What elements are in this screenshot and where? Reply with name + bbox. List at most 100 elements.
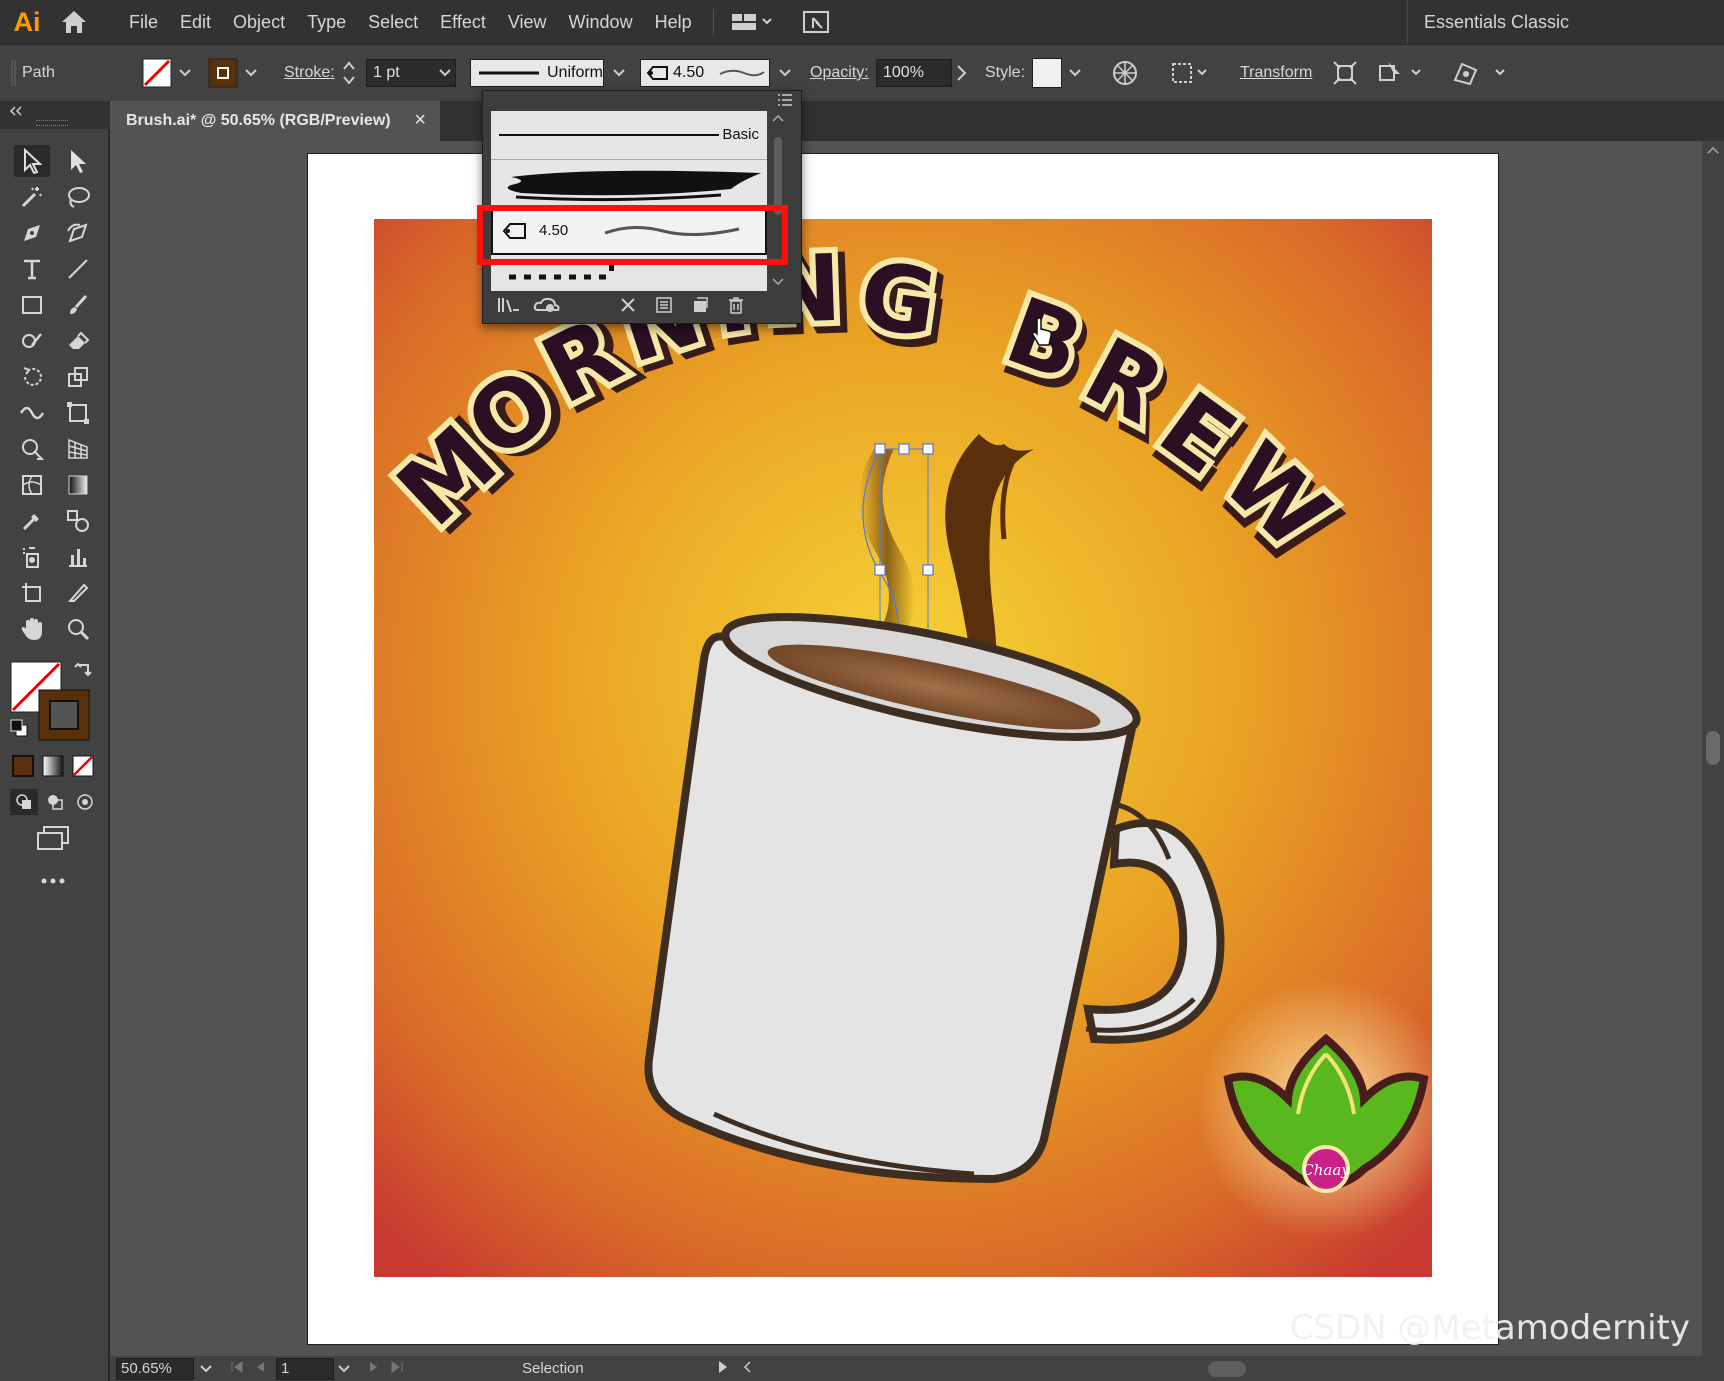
align-options-button[interactable] (1170, 45, 1210, 101)
remove-brush-stroke-button[interactable] (619, 296, 637, 319)
paintbrush-tool[interactable] (60, 289, 96, 321)
first-artboard-button[interactable] (230, 1360, 244, 1378)
magic-wand-tool[interactable] (14, 181, 50, 213)
select-similar-button[interactable] (1378, 45, 1424, 101)
new-brush-button[interactable] (691, 296, 709, 319)
vertical-scrollbar[interactable] (1702, 141, 1724, 1356)
zoom-dropdown[interactable] (200, 1360, 212, 1377)
stroke-color-dropdown[interactable] (242, 45, 260, 101)
cc-libraries-button[interactable] (533, 296, 561, 319)
draw-behind-button[interactable] (42, 789, 68, 815)
home-icon[interactable] (54, 0, 94, 44)
selection-tool[interactable] (14, 145, 50, 177)
previous-artboard-button[interactable] (254, 1360, 266, 1378)
brush-item-ink[interactable] (491, 159, 767, 208)
symbol-sprayer-tool[interactable] (14, 541, 50, 573)
draw-inside-button[interactable] (72, 789, 98, 815)
collapse-panel-icon[interactable] (8, 105, 24, 117)
direct-selection-tool[interactable] (60, 145, 96, 177)
menu-object[interactable]: Object (222, 0, 296, 44)
pen-tool[interactable] (14, 217, 50, 249)
stroke-weight-stepper[interactable] (342, 45, 356, 101)
menu-effect[interactable]: Effect (429, 0, 497, 44)
blend-tool[interactable] (60, 505, 96, 537)
menu-window[interactable]: Window (558, 0, 644, 44)
menu-help[interactable]: Help (644, 0, 703, 44)
canvas[interactable]: MM OO RR NN II NN GG BB RR EE WW (110, 141, 1702, 1356)
hand-tool[interactable] (14, 613, 50, 645)
screen-mode-button[interactable] (36, 825, 70, 856)
eraser-tool[interactable] (60, 325, 96, 357)
fill-swatch[interactable] (142, 45, 172, 101)
brush-definition[interactable]: 4.50 (640, 59, 770, 87)
delete-brush-button[interactable] (727, 296, 745, 319)
opacity-input[interactable]: 100% (876, 59, 952, 87)
brush-options-button[interactable] (655, 296, 673, 319)
width-tool[interactable] (14, 397, 50, 429)
horizontal-scroll-thumb[interactable] (1208, 1361, 1246, 1377)
line-segment-tool[interactable] (60, 253, 96, 285)
control-bar-grip[interactable] (10, 45, 18, 101)
status-menu-button[interactable] (718, 1360, 728, 1378)
brush-item-basic[interactable]: Basic (491, 111, 767, 160)
gradient-mode-button[interactable] (42, 755, 64, 782)
default-fill-stroke-button[interactable] (10, 719, 28, 742)
document-tab[interactable]: Brush.ai* @ 50.65% (RGB/Preview) × (110, 101, 440, 141)
scroll-left-button[interactable] (742, 1360, 752, 1378)
artboard-dropdown[interactable] (338, 1360, 350, 1377)
perspective-grid-tool[interactable] (60, 433, 96, 465)
shaper-tool[interactable] (14, 325, 50, 357)
gpu-preview-button[interactable] (796, 0, 836, 44)
curvature-tool[interactable] (60, 217, 96, 249)
transform-link[interactable]: Transform (1240, 45, 1312, 101)
variable-width-profile[interactable]: Uniform (470, 59, 604, 87)
opacity-label[interactable]: Opacity: (810, 45, 869, 101)
draw-normal-button[interactable] (10, 789, 38, 815)
free-transform-tool[interactable] (60, 397, 96, 429)
vertical-scroll-thumb[interactable] (1706, 731, 1720, 765)
mesh-tool[interactable] (14, 469, 50, 501)
recolor-artwork-button[interactable] (1112, 45, 1138, 101)
workspace-switcher[interactable]: Essentials Classic (1407, 0, 1724, 44)
shape-builder-tool[interactable] (14, 433, 50, 465)
brush-panel-menu-button[interactable] (777, 93, 793, 112)
graphic-style-swatch[interactable] (1032, 45, 1062, 101)
menu-select[interactable]: Select (357, 0, 429, 44)
stroke-swatch[interactable] (208, 45, 238, 101)
scale-tool[interactable] (60, 361, 96, 393)
type-tool[interactable] (14, 253, 50, 285)
isolate-object-button[interactable] (1332, 45, 1358, 101)
color-mode-button[interactable] (12, 755, 34, 782)
menu-type[interactable]: Type (296, 0, 357, 44)
menu-file[interactable]: File (118, 0, 169, 44)
artboard-number[interactable]: 1 (276, 1357, 334, 1380)
fill-dropdown[interactable] (176, 45, 194, 101)
zoom-tool[interactable] (60, 613, 96, 645)
slice-tool[interactable] (60, 577, 96, 609)
close-tab-icon[interactable]: × (414, 109, 426, 132)
rotate-tool[interactable] (14, 361, 50, 393)
swap-fill-stroke-button[interactable] (74, 661, 94, 686)
graphic-style-dropdown[interactable] (1066, 45, 1084, 101)
lasso-tool[interactable] (60, 181, 96, 213)
next-artboard-button[interactable] (368, 1360, 380, 1378)
none-mode-button[interactable] (72, 755, 94, 782)
edit-toolbar-button[interactable] (40, 865, 66, 891)
menu-edit[interactable]: Edit (169, 0, 222, 44)
brush-libraries-button[interactable] (497, 296, 521, 319)
artboard-tool[interactable] (14, 577, 50, 609)
column-graph-tool[interactable] (60, 541, 96, 573)
artboard-number-input[interactable]: 1 (276, 1357, 334, 1380)
gradient-tool[interactable] (60, 469, 96, 501)
zoom-level-input[interactable]: 50.65% (116, 1357, 194, 1380)
menu-view[interactable]: View (497, 0, 558, 44)
stroke-indicator[interactable] (38, 689, 90, 741)
puppet-warp-button[interactable] (1452, 45, 1508, 101)
rectangle-tool[interactable] (14, 289, 50, 321)
arrange-documents-button[interactable] (724, 0, 780, 44)
stroke-weight-dropdown[interactable] (436, 45, 454, 101)
last-artboard-button[interactable] (390, 1360, 404, 1378)
opacity-slider-button[interactable] (954, 45, 968, 101)
stroke-label[interactable]: Stroke: (284, 45, 335, 101)
eyedropper-tool[interactable] (14, 505, 50, 537)
